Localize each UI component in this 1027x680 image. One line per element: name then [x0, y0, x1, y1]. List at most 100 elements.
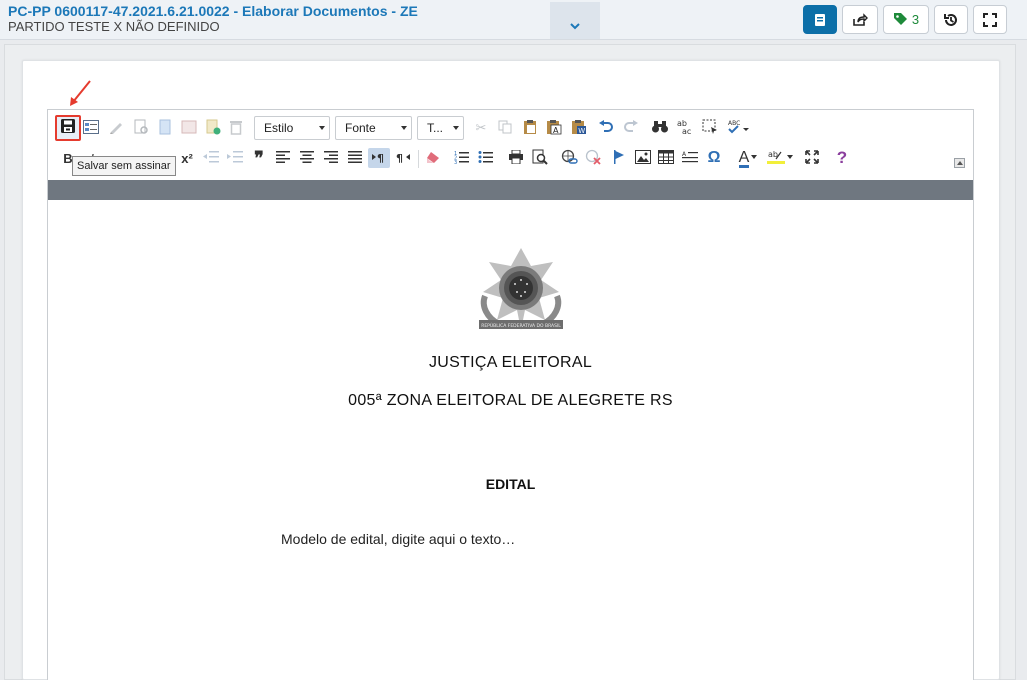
flag-icon: [613, 149, 625, 167]
clipboard-text-icon: A: [546, 119, 562, 138]
justify-button[interactable]: [344, 148, 366, 168]
editor-toolbar: Estilo Fonte T... ✂ A W abac ABC B I x² …: [48, 110, 973, 180]
text-direction-ltr-icon: ¶: [371, 151, 387, 166]
svg-text:¶: ¶: [396, 152, 403, 163]
printer-icon: [508, 149, 524, 167]
maximize-icon: [805, 149, 819, 167]
unlink-button[interactable]: [583, 148, 605, 168]
document-button[interactable]: [803, 5, 837, 34]
outdent-icon: [203, 150, 219, 166]
tags-button[interactable]: 3: [883, 5, 929, 34]
document-body-text: Modelo de edital, digite aqui o texto…: [281, 531, 516, 547]
spellcheck-icon: ABC: [727, 119, 751, 138]
align-left-icon: [276, 150, 290, 166]
clipboard-word-icon: W: [571, 119, 587, 138]
page-header: PC-PP 0600117-47.2021.6.21.0022 - Elabor…: [0, 0, 1027, 40]
svg-text:A: A: [553, 126, 559, 135]
font-color-button[interactable]: A: [734, 148, 762, 168]
floppy-disk-icon: [60, 118, 76, 139]
blockquote-button[interactable]: ❞: [248, 148, 270, 168]
style-select-label: Estilo: [264, 121, 294, 135]
maximize-editor-button[interactable]: [801, 148, 823, 168]
rtl-button[interactable]: ¶: [392, 148, 414, 168]
undo-icon: [598, 119, 614, 137]
fullscreen-icon: [983, 12, 997, 27]
indent-button[interactable]: [224, 148, 246, 168]
align-left-button[interactable]: [272, 148, 294, 168]
new-document-button[interactable]: [154, 118, 176, 138]
paste-button[interactable]: [519, 118, 541, 138]
remove-format-button[interactable]: [422, 148, 444, 168]
document-check-icon: [205, 119, 221, 138]
delete-button[interactable]: [225, 118, 247, 138]
share-button[interactable]: [842, 5, 878, 34]
horizontal-line-button[interactable]: A: [679, 148, 701, 168]
tag-icon: [893, 12, 908, 27]
numbered-list-icon: 123: [454, 150, 470, 167]
align-center-button[interactable]: [296, 148, 318, 168]
font-select-label: Fonte: [345, 121, 376, 135]
font-select[interactable]: Fonte: [335, 116, 412, 140]
align-right-button[interactable]: [320, 148, 342, 168]
superscript-button[interactable]: x²: [176, 148, 198, 168]
background-color-button[interactable]: ab: [766, 148, 794, 168]
font-size-select[interactable]: T...: [417, 116, 464, 140]
document-check-button[interactable]: [202, 118, 224, 138]
numbered-list-button[interactable]: 123: [451, 148, 473, 168]
print-button[interactable]: [505, 148, 527, 168]
select-all-icon: [702, 119, 718, 138]
text-direction-rtl-icon: ¶: [395, 151, 411, 166]
expand-header-button[interactable]: [550, 2, 600, 39]
superscript-label: x²: [181, 150, 193, 166]
help-button[interactable]: ?: [831, 148, 853, 168]
select-all-button[interactable]: [699, 118, 721, 138]
ltr-button[interactable]: ¶: [368, 148, 390, 168]
find-button[interactable]: [649, 118, 671, 138]
print-preview-button[interactable]: [529, 148, 551, 168]
bullet-list-button[interactable]: [475, 148, 497, 168]
undo-button[interactable]: [595, 118, 617, 138]
preview-document-button[interactable]: [130, 118, 152, 138]
svg-text:A: A: [682, 151, 687, 158]
image-icon: [635, 149, 651, 167]
spellcheck-label: ABC: [728, 120, 740, 127]
trash-icon: [229, 119, 243, 138]
binoculars-icon: [651, 120, 669, 137]
outdent-button[interactable]: [200, 148, 222, 168]
justify-icon: [348, 150, 362, 166]
collapse-toolbar-button[interactable]: [954, 158, 965, 168]
special-char-button[interactable]: Ω: [703, 148, 725, 168]
unlink-icon: [585, 149, 603, 168]
replace-button[interactable]: ab ac: [674, 118, 696, 138]
link-button[interactable]: [559, 148, 581, 168]
fullscreen-button[interactable]: [973, 5, 1007, 34]
history-button[interactable]: [934, 5, 968, 34]
sign-button[interactable]: [105, 118, 127, 138]
replace-icon: ab ac: [676, 118, 694, 139]
coat-of-arms-image: REPÚBLICA FEDERATIVA DO BRASIL: [475, 246, 567, 341]
table-button[interactable]: [655, 148, 677, 168]
anchor-button[interactable]: [608, 148, 630, 168]
cut-button[interactable]: ✂: [470, 118, 492, 138]
horizontal-line-icon: A: [682, 150, 698, 167]
spellcheck-button[interactable]: ABC: [726, 118, 752, 138]
table-icon: [658, 149, 674, 167]
new-document-icon: [158, 119, 172, 138]
history-icon: [943, 12, 959, 28]
templates-button[interactable]: [80, 118, 102, 138]
style-select[interactable]: Estilo: [254, 116, 330, 140]
clipboard-icon: [523, 119, 537, 138]
save-without-signing-button[interactable]: [55, 115, 81, 141]
share-icon: [852, 12, 868, 27]
paste-word-button[interactable]: W: [568, 118, 590, 138]
paste-text-button[interactable]: A: [543, 118, 565, 138]
redo-button[interactable]: [620, 118, 642, 138]
document-section-title: EDITAL: [485, 476, 536, 492]
copy-button[interactable]: [494, 118, 516, 138]
font-color-label: A: [738, 148, 750, 168]
book-button[interactable]: [178, 118, 200, 138]
font-color-icon: A: [738, 148, 758, 168]
image-button[interactable]: [632, 148, 654, 168]
document-page[interactable]: REPÚBLICA FEDERATIVA DO BRASIL JUSTIÇA E…: [48, 200, 973, 680]
preview-icon: [532, 149, 548, 168]
